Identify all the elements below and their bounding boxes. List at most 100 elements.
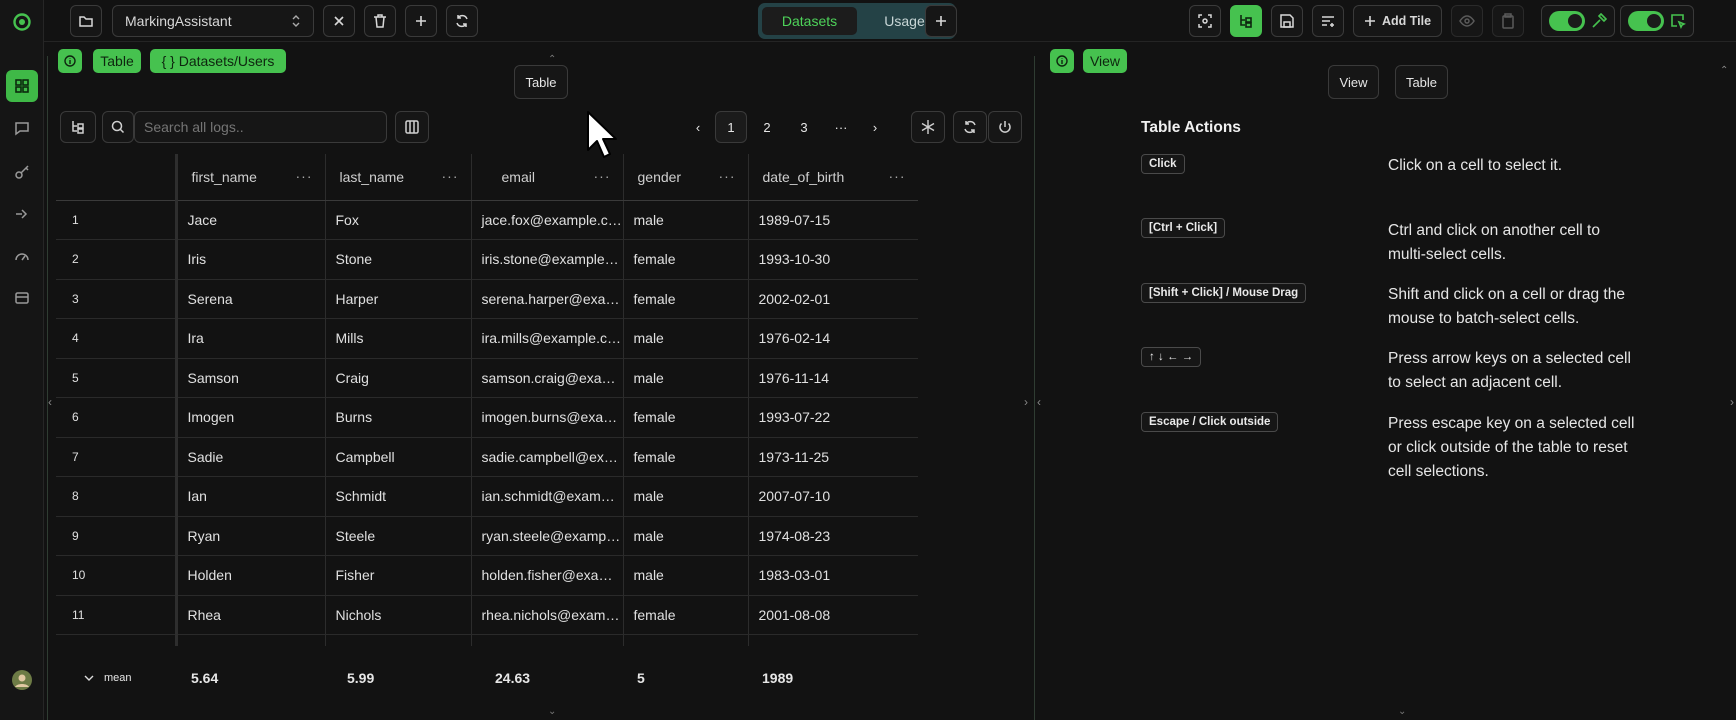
column-header[interactable]: email ···	[471, 154, 624, 201]
table-row[interactable]: 11RheaNicholsrhea.nichols@example.comfem…	[56, 595, 918, 635]
table-cell[interactable]: female	[623, 437, 749, 477]
collapse-up-icon[interactable]: ⌃	[548, 54, 556, 65]
power-button[interactable]	[988, 111, 1022, 143]
page-ellipsis[interactable]: ···	[825, 111, 857, 143]
table-cell[interactable]: male	[623, 318, 749, 359]
collapse-up-icon[interactable]: ⌃	[1720, 65, 1728, 76]
table-cell[interactable]: 1993-07-22	[748, 397, 918, 438]
delete-button[interactable]	[364, 5, 396, 37]
collapse-down-icon[interactable]: ⌄	[1398, 706, 1406, 717]
table-cell[interactable]: Stone	[325, 239, 472, 280]
column-menu-icon[interactable]: ···	[889, 168, 906, 184]
reload-button[interactable]	[953, 111, 987, 143]
table-cell[interactable]: female	[623, 239, 749, 280]
aggregate-selector[interactable]: mean	[56, 672, 176, 684]
table-cell[interactable]: 1976-02-14	[748, 318, 918, 359]
table-cell[interactable]: Craig	[325, 358, 472, 398]
select-mode-toggle[interactable]	[1620, 5, 1694, 37]
table-row[interactable]: 1 Jace Fox jace.fox@example.com male 1989-07-…	[56, 200, 918, 240]
expand-left-icon[interactable]: ‹	[48, 395, 52, 409]
dashboard-icon[interactable]	[6, 70, 38, 102]
pane-divider[interactable]	[1034, 56, 1035, 720]
table-cell[interactable]: jace.fox@example.com	[471, 200, 624, 240]
table-row[interactable]: 4 Ira Mills ira.mills@example.com male 1976-0…	[56, 318, 918, 359]
edit-mode-toggle[interactable]	[1541, 5, 1615, 37]
table-cell[interactable]: Imogen	[176, 397, 326, 438]
column-header[interactable]: date_of_birth ···	[748, 154, 918, 201]
tree-toggle-button[interactable]	[60, 111, 96, 143]
table-cell[interactable]: samson.craig@example.com	[471, 358, 624, 398]
page-button-2[interactable]: 2	[751, 111, 783, 143]
refresh-button[interactable]	[446, 5, 478, 37]
table-cell[interactable]: holden.fisher@example.com	[471, 555, 624, 596]
table-cell[interactable]: Fox	[325, 200, 472, 240]
filter-button[interactable]	[1312, 5, 1344, 37]
table-cell[interactable]: male	[623, 200, 749, 240]
table-cell[interactable]: ira.mills@example.com	[471, 318, 624, 359]
tab-datasets[interactable]: Datasets	[762, 7, 857, 35]
page-button-3[interactable]: 3	[788, 111, 820, 143]
freeze-button[interactable]	[911, 111, 945, 143]
table-cell[interactable]: ian.schmidt@example.com	[471, 476, 624, 517]
toggle-switch[interactable]	[1549, 11, 1585, 31]
columns-button[interactable]	[395, 111, 429, 143]
tile-type-chip[interactable]: View	[1083, 49, 1127, 73]
column-header[interactable]: gender ···	[623, 154, 749, 201]
table-cell[interactable]: male	[623, 555, 749, 596]
table-cell[interactable]: female	[623, 397, 749, 438]
page-button-1[interactable]: 1	[715, 111, 747, 143]
table-row[interactable]: 7SadieCampbellsadie.campbell@example.com…	[56, 437, 918, 477]
chat-icon[interactable]	[6, 112, 38, 144]
table-cell[interactable]: Nichols	[325, 595, 472, 635]
table-cell[interactable]: Serena	[176, 279, 326, 319]
column-header[interactable]: last_name ···	[325, 154, 472, 201]
search-button[interactable]	[102, 111, 134, 143]
table-cell[interactable]: Rhea	[176, 595, 326, 635]
key-icon[interactable]	[6, 156, 38, 188]
column-menu-icon[interactable]: ···	[594, 168, 611, 184]
table-cell[interactable]: Samson	[176, 358, 326, 398]
close-button[interactable]	[323, 5, 355, 37]
table-cell[interactable]: male	[623, 476, 749, 517]
view-type-pill[interactable]: Table	[514, 65, 568, 99]
table-cell[interactable]: ryan.steele@example.com	[471, 516, 624, 556]
table-cell[interactable]: 1993-10-30	[748, 239, 918, 280]
table-cell[interactable]: rhea.nichols@example.com	[471, 595, 624, 635]
prev-page-button[interactable]: ‹	[682, 111, 714, 143]
table-cell[interactable]: 1989-07-15	[748, 200, 918, 240]
table-cell[interactable]: 1976-11-14	[748, 358, 918, 398]
table-cell[interactable]: male	[623, 516, 749, 556]
column-menu-icon[interactable]: ···	[442, 168, 459, 184]
tile-type-chip[interactable]: Table	[93, 49, 141, 73]
logo-icon[interactable]	[6, 6, 38, 38]
dataset-path-chip[interactable]: { } Datasets/Users	[150, 49, 286, 73]
table-cell[interactable]: 1973-11-25	[748, 437, 918, 477]
column-header[interactable]: first_name ···	[176, 154, 326, 201]
view-pill[interactable]: View	[1328, 65, 1379, 99]
table-cell[interactable]: 2002-02-01	[748, 279, 918, 319]
folder-button[interactable]	[70, 5, 102, 37]
toggle-switch[interactable]	[1628, 11, 1664, 31]
table-row[interactable]: 2 Iris Stone iris.stone@example.com female 19…	[56, 239, 918, 280]
table-cell[interactable]: Holden	[176, 555, 326, 596]
column-menu-icon[interactable]: ···	[296, 168, 313, 184]
table-row[interactable]: 9RyanSteeleryan.steele@example.commale19…	[56, 516, 918, 556]
table-row[interactable]: 5SamsonCraigsamson.craig@example.commale…	[56, 358, 918, 398]
table-cell[interactable]: iris.stone@example.com	[471, 239, 624, 280]
search-input[interactable]	[134, 111, 387, 143]
tree-view-button[interactable]	[1230, 5, 1262, 37]
table-cell[interactable]: Sadie	[176, 437, 326, 477]
table-row[interactable]: 3SerenaHarperserena.harper@example.comfe…	[56, 279, 918, 319]
table-cell[interactable]: 2007-07-10	[748, 476, 918, 517]
project-select[interactable]: MarkingAssistant	[112, 5, 314, 37]
column-menu-icon[interactable]: ···	[719, 168, 736, 184]
table-row[interactable]: 6ImogenBurnsimogen.burns@example.comfema…	[56, 397, 918, 438]
info-chip[interactable]	[1050, 49, 1074, 73]
table-cell[interactable]: female	[623, 595, 749, 635]
add-button[interactable]	[405, 5, 437, 37]
table-cell[interactable]: male	[623, 358, 749, 398]
avatar[interactable]	[6, 664, 38, 696]
clipboard-button[interactable]	[1492, 5, 1524, 37]
table-cell[interactable]: 2001-08-08	[748, 595, 918, 635]
table-cell[interactable]: Iris	[176, 239, 326, 280]
